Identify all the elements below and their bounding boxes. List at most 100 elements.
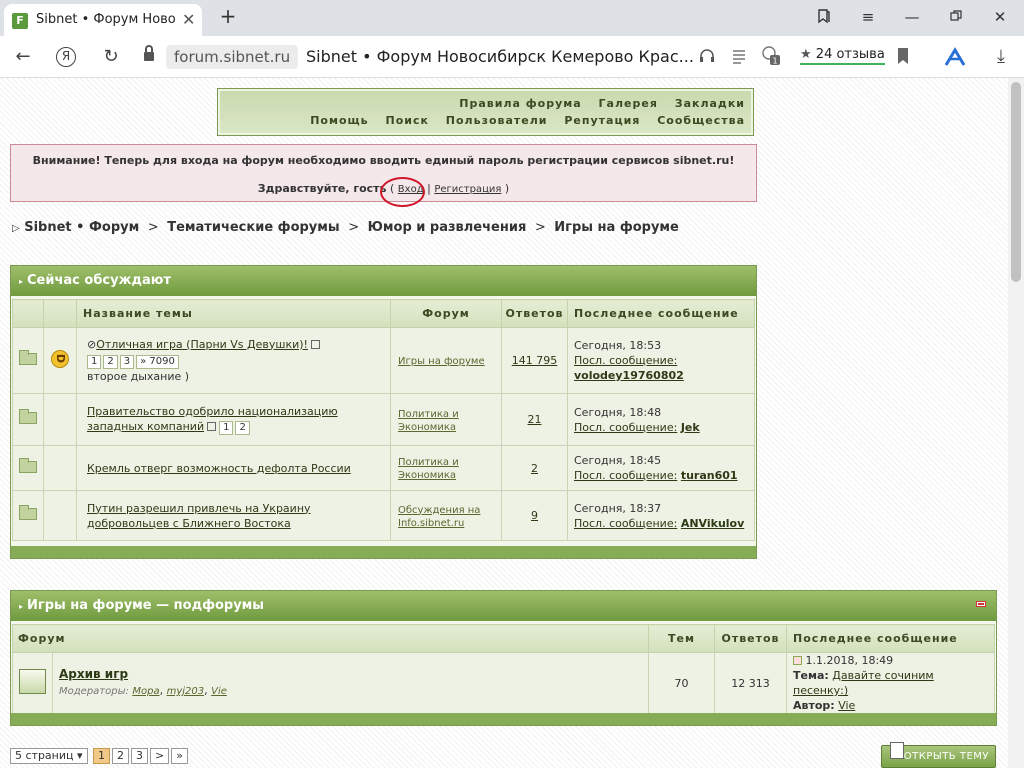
scrollbar-thumb[interactable] <box>1011 82 1021 282</box>
topic-col-header: Название темы <box>76 299 391 328</box>
page-link[interactable]: 1 <box>219 421 234 435</box>
subforums-panel: ▸ Игры на форуме — подфорумы Форум Тем От… <box>10 590 997 726</box>
address-page-title[interactable]: Sibnet • Форум Новосибирск Кемерово Крас… <box>306 47 694 66</box>
bookmark-icon[interactable] <box>892 47 914 70</box>
minimize-window-icon[interactable]: — <box>900 8 924 26</box>
page-link[interactable]: 2 <box>235 421 250 435</box>
close-window-icon[interactable]: ✕ <box>988 8 1012 26</box>
new-window-icon[interactable] <box>207 422 217 431</box>
last-post-link[interactable]: Посл. сообщение: <box>574 517 677 530</box>
page-link[interactable]: 2 <box>103 354 118 369</box>
nav-rules-link[interactable]: Правила форума <box>459 97 581 110</box>
forum-page: Правила форума Галерея Закладки Помощь П… <box>0 78 1008 768</box>
breadcrumb-item[interactable]: Игры на форуме <box>554 220 679 235</box>
page-link[interactable]: » 7090 <box>136 354 179 369</box>
breadcrumb-item[interactable]: Sibnet • Форум <box>24 220 139 235</box>
topic-cell: Кремль отверг возможность дефолта России <box>76 445 391 491</box>
forum-link[interactable]: Игры на форуме <box>398 356 485 367</box>
browser-tab[interactable]: F Sibnet • Форум Новоси ✕ <box>4 4 202 36</box>
forum-link[interactable]: Обсуждения на Info.sibnet.ru <box>398 505 480 529</box>
folder-icon <box>19 409 37 424</box>
restore-window-icon[interactable] <box>944 8 968 26</box>
table-row: Кремль отверг возможность дефолта России… <box>12 445 755 491</box>
last-post-cell: Сегодня, 18:53 Посл. сообщение: volodey1… <box>567 327 755 394</box>
folder-cell <box>12 490 44 541</box>
page-current[interactable]: 1 <box>93 748 111 764</box>
last-post-user[interactable]: turan601 <box>681 469 738 482</box>
last-post-link[interactable]: Посл. сообщение: <box>574 469 677 482</box>
pages-dropdown[interactable]: 5 страниц ▾ <box>10 748 88 764</box>
nav-reputation-link[interactable]: Репутация <box>564 114 640 127</box>
extension-icon[interactable]: 1 <box>760 44 782 71</box>
topics-col-header: Тем <box>648 624 715 653</box>
forum-name-link[interactable]: Архив игр <box>59 667 128 681</box>
lock-icon[interactable] <box>144 45 154 62</box>
register-link[interactable]: Регистрация <box>434 184 501 195</box>
page-link[interactable]: 3 <box>131 748 149 764</box>
back-icon[interactable]: ← <box>12 46 34 67</box>
nav-communities-link[interactable]: Сообщества <box>657 114 745 127</box>
last-post-user[interactable]: Jek <box>681 421 700 434</box>
translate-icon[interactable] <box>944 47 966 72</box>
forum-link[interactable]: Политика и Экономика <box>398 409 459 433</box>
reload-icon[interactable]: ↻ <box>100 46 122 67</box>
nav-gallery-link[interactable]: Галерея <box>599 97 658 110</box>
last-post-date: 1.1.2018, 18:49 <box>805 654 894 667</box>
replies-link[interactable]: 9 <box>531 509 538 522</box>
headphones-icon[interactable] <box>696 47 718 70</box>
last-post-icon[interactable] <box>793 656 802 665</box>
nav-help-link[interactable]: Помощь <box>310 114 368 127</box>
last-page-button[interactable]: » <box>171 748 188 764</box>
new-topic-button[interactable]: ОТКРЫТЬ ТЕМУ <box>881 742 996 768</box>
next-page-button[interactable]: > <box>150 748 170 764</box>
page-link[interactable]: 1 <box>87 354 102 369</box>
bookmarks-panel-icon[interactable] <box>812 8 836 28</box>
moderator-link[interactable]: myj203 <box>167 686 205 697</box>
topic-cell: Правительство одобрило национализацию за… <box>76 393 391 446</box>
author-link[interactable]: Vie <box>838 699 855 712</box>
forum-link[interactable]: Политика и Экономика <box>398 457 459 481</box>
domain-label[interactable]: forum.sibnet.ru <box>166 45 299 69</box>
topic-link[interactable]: Отличная игра (Парни Vs Девушки)! <box>96 338 308 351</box>
nav-bookmarks-link[interactable]: Закладки <box>675 97 745 110</box>
moderator-link[interactable]: Мора <box>132 686 159 697</box>
topic-link[interactable]: Кремль отверг возможность дефолта России <box>87 462 351 475</box>
reviews-badge[interactable]: ★ 24 отзыва <box>800 47 885 65</box>
nav-search-link[interactable]: Поиск <box>385 114 428 127</box>
forum-cell: Игры на форуме <box>390 327 502 394</box>
replies-link[interactable]: 2 <box>531 462 538 475</box>
breadcrumb-item[interactable]: Юмор и развлечения <box>368 220 527 235</box>
menu-icon[interactable]: ≡ <box>856 8 880 26</box>
last-post-link[interactable]: Посл. сообщение: <box>574 421 677 434</box>
close-paren: ) <box>504 182 510 195</box>
reviews-count: 24 отзыва <box>815 47 885 62</box>
reader-mode-icon[interactable] <box>728 47 750 70</box>
download-icon[interactable]: ⤓ <box>990 46 1012 67</box>
last-post-user[interactable]: ANVikulov <box>681 517 744 530</box>
emoji-col-header <box>43 299 77 328</box>
yandex-icon[interactable]: Я <box>56 47 76 67</box>
topic-link[interactable]: Путин разрешил привлечь на Украину добро… <box>87 502 311 530</box>
last-post-user[interactable]: volodey19760802 <box>574 369 684 382</box>
laughing-smiley-icon <box>51 350 69 368</box>
forum-favicon-icon: F <box>12 13 28 29</box>
replies-link[interactable]: 21 <box>528 413 542 426</box>
collapse-icon[interactable] <box>976 601 986 607</box>
topic-label: Тема: <box>793 669 829 682</box>
page-link[interactable]: 2 <box>112 748 130 764</box>
page-scrollbar[interactable] <box>1008 78 1024 768</box>
last-post-cell: Сегодня, 18:45 Посл. сообщение: turan601 <box>567 445 755 491</box>
new-window-icon[interactable] <box>310 339 320 349</box>
guest-greeting: Здравствуйте, гость <box>257 182 387 195</box>
nav-users-link[interactable]: Пользователи <box>446 114 548 127</box>
emoji-cell <box>43 490 77 541</box>
breadcrumb: ▷ Sibnet • Форум > Тематические форумы >… <box>12 220 679 235</box>
page-link[interactable]: 3 <box>119 354 135 369</box>
breadcrumb-item[interactable]: Тематические форумы <box>167 220 339 235</box>
last-post-link[interactable]: Посл. сообщение: <box>574 354 677 367</box>
new-tab-button[interactable]: + <box>216 4 240 30</box>
close-tab-icon[interactable]: ✕ <box>182 10 195 29</box>
folder-cell <box>12 327 44 394</box>
replies-link[interactable]: 141 795 <box>512 354 558 367</box>
moderator-link[interactable]: Vie <box>211 686 227 697</box>
